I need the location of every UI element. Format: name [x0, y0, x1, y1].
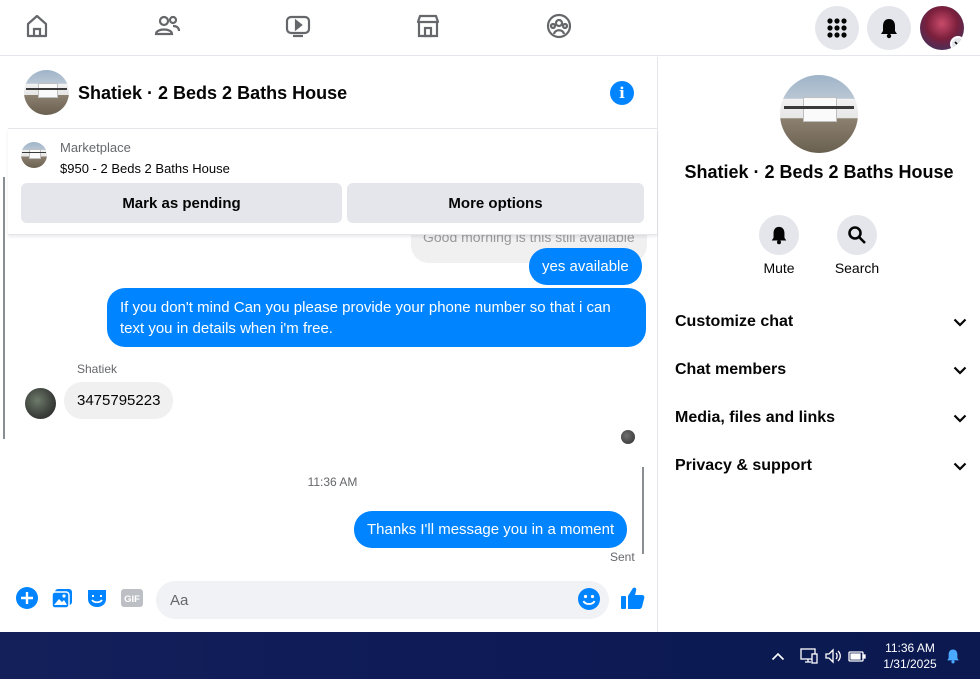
customize-chat-section[interactable]: Customize chat [675, 307, 967, 337]
chevron-down-icon [950, 36, 964, 50]
home-icon[interactable] [23, 12, 51, 40]
privacy-support-section[interactable]: Privacy & support [675, 451, 967, 481]
chat-members-section[interactable]: Chat members [675, 355, 967, 385]
clock-date: 1/31/2025 [883, 657, 937, 671]
sender-name: Shatiek [77, 362, 118, 376]
notification-center-icon[interactable] [944, 648, 962, 664]
chevron-down-icon [953, 318, 967, 327]
conversation-info-panel: Shatiek · 2 Beds 2 Baths House Mute Sear… [658, 57, 980, 632]
plus-icon[interactable] [15, 586, 39, 610]
system-clock[interactable]: 11:36 AM 1/31/2025 [874, 640, 946, 672]
panel-avatar[interactable] [780, 75, 858, 153]
listing-title[interactable]: $950 - 2 Beds 2 Baths House [60, 161, 230, 176]
search-icon [848, 226, 866, 244]
info-icon[interactable]: i [610, 81, 634, 105]
windows-taskbar: 11:36 AM 1/31/2025 [0, 632, 980, 679]
gif-label: GIF [124, 594, 140, 605]
chevron-down-icon [953, 366, 967, 375]
volume-icon[interactable] [824, 648, 842, 664]
chevron-down-icon [953, 462, 967, 471]
bell-icon [771, 226, 787, 245]
chevron-down-icon [953, 414, 967, 423]
thumbs-up-icon[interactable] [620, 585, 646, 611]
marketplace-icon[interactable] [414, 12, 442, 40]
chevron-up-icon[interactable] [769, 648, 787, 664]
sender-avatar[interactable] [25, 388, 56, 419]
section-label: Customize chat [675, 313, 794, 330]
listing-thumbnail[interactable] [21, 142, 47, 168]
top-navigation-bar [0, 0, 980, 56]
friends-icon[interactable] [153, 12, 181, 40]
more-options-button[interactable]: More options [347, 183, 644, 223]
gif-icon[interactable]: GIF [120, 586, 144, 610]
chat-column: Shatiek · 2 Beds 2 Baths House i Marketp… [0, 57, 658, 632]
emoji-icon[interactable] [577, 587, 601, 611]
section-label: Chat members [675, 361, 787, 378]
sent-status: Sent [610, 550, 635, 564]
watch-icon[interactable] [284, 12, 312, 40]
message-composer: GIF [0, 573, 657, 632]
section-label: Privacy & support [675, 457, 812, 474]
marketplace-label: Marketplace [60, 140, 131, 155]
bell-icon [881, 19, 897, 39]
marketplace-listing-card: Marketplace $950 - 2 Beds 2 Baths House … [8, 129, 657, 235]
clock-time: 11:36 AM [885, 641, 935, 655]
chat-title[interactable]: Shatiek · 2 Beds 2 Baths House [78, 83, 347, 104]
mark-as-pending-button[interactable]: Mark as pending [21, 183, 342, 223]
incoming-message: 3475795223 [64, 382, 174, 419]
message-scrollbar[interactable] [642, 467, 644, 554]
network-icon[interactable] [800, 648, 818, 664]
battery-icon[interactable] [848, 648, 866, 664]
photo-icon[interactable] [50, 586, 74, 610]
read-receipt-avatar [621, 430, 635, 444]
section-label: Media, files and links [675, 409, 836, 426]
message-input[interactable] [156, 581, 609, 619]
outgoing-message: yes available [529, 248, 642, 285]
outgoing-message: Thanks I'll message you in a moment [354, 511, 628, 548]
apps-grid-icon [827, 18, 847, 38]
apps-menu-button[interactable] [815, 6, 859, 50]
notifications-button[interactable] [867, 6, 911, 50]
mute-button[interactable]: Mute [749, 215, 809, 276]
search-label: Search [834, 260, 880, 276]
chat-avatar[interactable] [24, 70, 69, 115]
media-files-links-section[interactable]: Media, files and links [675, 403, 967, 433]
sticker-icon[interactable] [85, 586, 109, 610]
chat-header: Shatiek · 2 Beds 2 Baths House i [8, 57, 657, 129]
groups-icon[interactable] [545, 12, 573, 40]
scrollbar-left [3, 177, 5, 439]
mute-label: Mute [763, 260, 795, 276]
outgoing-message: If you don't mind Can you please provide… [107, 288, 646, 347]
search-button[interactable]: Search [827, 215, 887, 276]
message-timestamp: 11:36 AM [307, 475, 358, 489]
account-avatar[interactable] [920, 6, 964, 50]
panel-title: Shatiek · 2 Beds 2 Baths House [684, 162, 954, 182]
message-list: Good morning is this still available yes… [8, 235, 657, 575]
